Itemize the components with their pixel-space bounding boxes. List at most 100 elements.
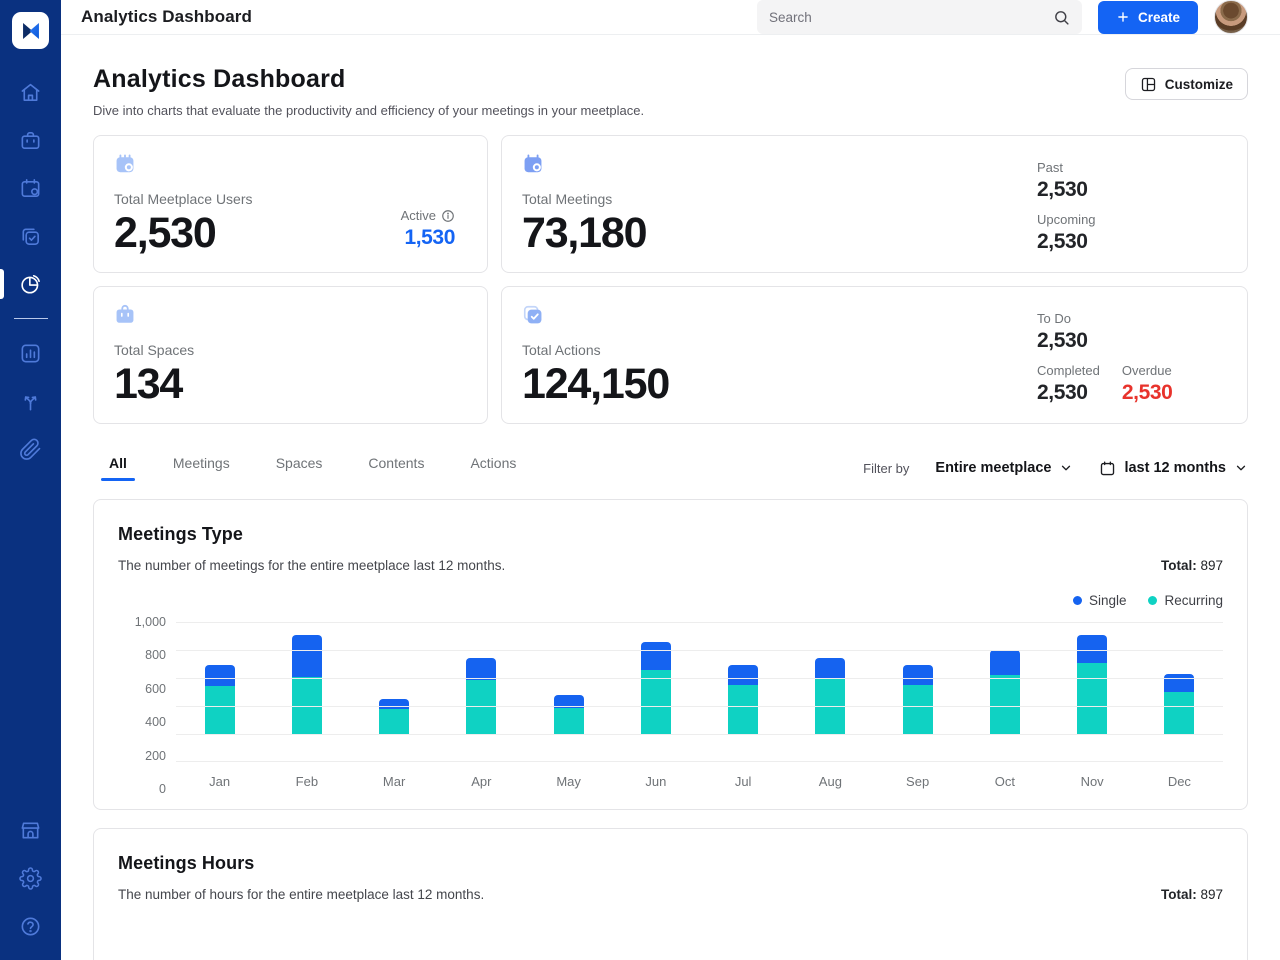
x-tick-label: Jul <box>700 774 787 789</box>
stacked-bar-apr[interactable] <box>466 658 496 734</box>
recurring-segment <box>641 670 671 734</box>
tab-contents[interactable]: Contents <box>368 455 424 481</box>
recurring-segment <box>903 685 933 734</box>
stacked-bar-mar[interactable] <box>379 699 409 734</box>
stacked-bar-dec[interactable] <box>1164 674 1194 734</box>
main-area: Analytics Dashboard Create Analytics Das… <box>61 0 1280 960</box>
x-tick-label: May <box>525 774 612 789</box>
search-input[interactable] <box>769 10 1045 25</box>
stacked-bar-sep[interactable] <box>903 665 933 734</box>
stacked-bar-aug[interactable] <box>815 658 845 734</box>
single-segment <box>205 665 235 685</box>
layout-icon <box>1140 76 1157 93</box>
y-tick-label: 0 <box>159 781 166 797</box>
tabs: All Meetings Spaces Contents Actions <box>93 455 516 481</box>
stat-side-actions: To Do 2,530 Completed 2,530 Overdue 2,53… <box>1037 311 1207 405</box>
past-value: 2,530 <box>1037 178 1207 202</box>
stacked-bar-may[interactable] <box>554 695 584 734</box>
users-calendar-icon <box>114 153 136 175</box>
chart-subtitle: The number of hours for the entire meetp… <box>118 887 484 902</box>
bar-column <box>176 622 263 762</box>
meetings-type-plot <box>176 622 1223 762</box>
y-tick-label: 200 <box>145 748 166 764</box>
gridline <box>176 650 1223 651</box>
single-segment <box>1164 674 1194 692</box>
paperclip-icon[interactable] <box>0 425 61 473</box>
stacked-bar-oct[interactable] <box>990 650 1020 734</box>
tab-actions[interactable]: Actions <box>470 455 516 481</box>
chart-total: Total: 897 <box>1161 558 1223 573</box>
bar-column <box>263 622 350 762</box>
tasks-icon[interactable] <box>0 212 61 260</box>
customize-button[interactable]: Customize <box>1125 68 1248 100</box>
help-icon[interactable] <box>0 902 61 950</box>
meetings-hours-card: Meetings Hours The number of hours for t… <box>93 828 1248 960</box>
legend-item: Single <box>1073 593 1127 608</box>
bar-column <box>874 622 961 762</box>
legend-label: Single <box>1089 593 1127 608</box>
todo-value: 2,530 <box>1037 329 1207 353</box>
stacked-bar-jun[interactable] <box>641 642 671 734</box>
x-tick-label: Feb <box>263 774 350 789</box>
gridline <box>176 734 1223 735</box>
scope-dropdown-value: Entire meetplace <box>935 460 1051 476</box>
recurring-segment <box>205 686 235 734</box>
chart-title: Meetings Hours <box>118 853 1223 874</box>
page-content: Analytics Dashboard Dive into charts tha… <box>61 35 1280 960</box>
meetings-calendar-icon <box>522 153 544 175</box>
storefront-icon[interactable] <box>0 806 61 854</box>
calendar-icon[interactable] <box>0 164 61 212</box>
search-box[interactable] <box>757 0 1082 34</box>
split-icon[interactable] <box>0 377 61 425</box>
active-value: 1,530 <box>401 226 455 250</box>
x-tick-label: Jun <box>612 774 699 789</box>
y-tick-label: 600 <box>145 681 166 697</box>
sidebar-nav <box>0 61 61 806</box>
create-button-label: Create <box>1138 10 1180 25</box>
bar-column <box>787 622 874 762</box>
chart-title: Meetings Type <box>118 524 1223 545</box>
single-segment <box>990 650 1020 675</box>
scope-dropdown[interactable]: Entire meetplace <box>935 460 1073 476</box>
logo-container[interactable] <box>0 0 61 61</box>
past-label: Past <box>1037 160 1207 175</box>
gridline <box>176 761 1223 762</box>
chevron-down-icon <box>1059 461 1073 475</box>
chevron-down-icon <box>1234 461 1248 475</box>
tab-meetings[interactable]: Meetings <box>173 455 230 481</box>
stacked-bar-jan[interactable] <box>205 665 235 734</box>
chart-bars <box>176 622 1223 762</box>
stacked-bar-jul[interactable] <box>728 665 758 734</box>
chart-x-axis: JanFebMarAprMayJunJulAugSepOctNovDec <box>176 774 1223 789</box>
gridline <box>176 678 1223 679</box>
tab-all[interactable]: All <box>109 455 127 481</box>
legend-dot-icon <box>1148 596 1157 605</box>
sidebar-bottom <box>0 806 61 960</box>
tab-spaces[interactable]: Spaces <box>276 455 323 481</box>
page-title: Analytics Dashboard <box>93 65 644 94</box>
pie-chart-icon[interactable] <box>0 260 61 308</box>
recurring-segment <box>554 708 584 734</box>
single-segment <box>1077 635 1107 664</box>
user-avatar[interactable] <box>1214 0 1248 34</box>
home-icon[interactable] <box>0 68 61 116</box>
create-button[interactable]: Create <box>1098 1 1198 34</box>
date-range-dropdown[interactable]: last 12 months <box>1099 460 1248 477</box>
gear-icon[interactable] <box>0 854 61 902</box>
sidebar-divider <box>14 318 48 319</box>
card-total-meetings: Total Meetings 73,180 Past 2,530 Upcomin… <box>501 135 1248 273</box>
info-icon[interactable] <box>441 209 455 223</box>
recurring-segment <box>728 685 758 734</box>
card-total-spaces: Total Spaces 134 <box>93 286 488 424</box>
tabs-filter-row: All Meetings Spaces Contents Actions Fil… <box>93 455 1248 481</box>
x-tick-label: Oct <box>961 774 1048 789</box>
legend-label: Recurring <box>1164 593 1223 608</box>
stat-label: Total Spaces <box>114 342 467 358</box>
filters: Filter by Entire meetplace last 12 month… <box>863 460 1248 477</box>
meetings-type-card: Meetings Type The number of meetings for… <box>93 499 1248 810</box>
calendar-small-icon <box>1099 460 1116 477</box>
briefcase-icon[interactable] <box>0 116 61 164</box>
bar-column <box>612 622 699 762</box>
bar-chart-icon[interactable] <box>0 329 61 377</box>
recurring-segment <box>1164 692 1194 734</box>
